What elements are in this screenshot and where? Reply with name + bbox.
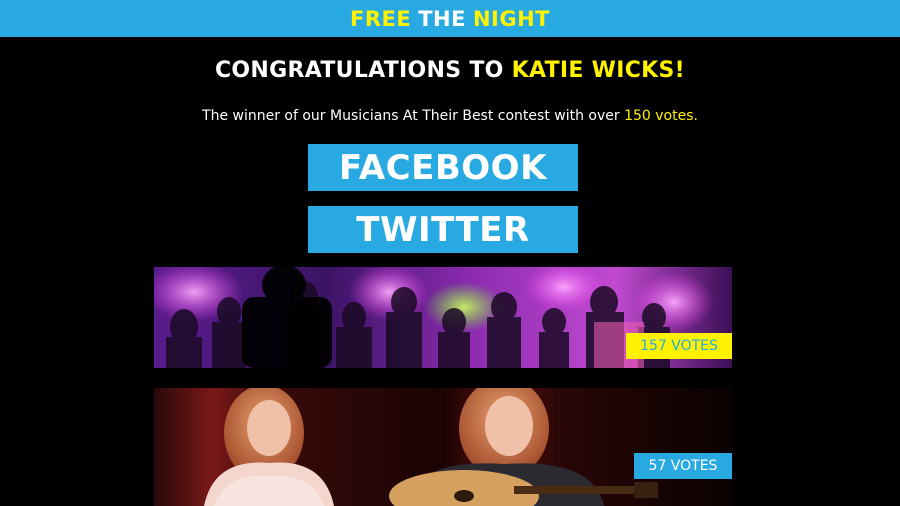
brand-word-night: NIGHT (472, 6, 550, 31)
vote-count-badge: 157 VOTES (626, 333, 732, 359)
winner-name: KATIE WICKS! (511, 58, 686, 83)
brand-word-the: THE (418, 6, 466, 31)
site-header: FREE THE NIGHT (0, 0, 900, 37)
description-text: The winner of our Musicians At Their Bes… (202, 108, 625, 124)
contest-entry-concert[interactable]: 157 VOTES (154, 267, 732, 368)
page-title: CONGRATULATIONS TO KATIE WICKS! (0, 58, 900, 83)
vote-count-highlight: 150 votes. (624, 108, 698, 124)
vote-count-badge: 57 VOTES (634, 453, 732, 479)
title-prefix: CONGRATULATIONS TO (214, 58, 512, 83)
musician-guitar-image (154, 388, 732, 506)
facebook-button[interactable]: FACEBOOK (308, 144, 578, 191)
twitter-button[interactable]: TWITTER (308, 206, 578, 253)
winner-description: The winner of our Musicians At Their Bes… (0, 108, 900, 124)
contest-entry-katie-wicks[interactable]: 57 VOTES (154, 388, 732, 506)
brand-word-free: FREE (350, 6, 412, 31)
